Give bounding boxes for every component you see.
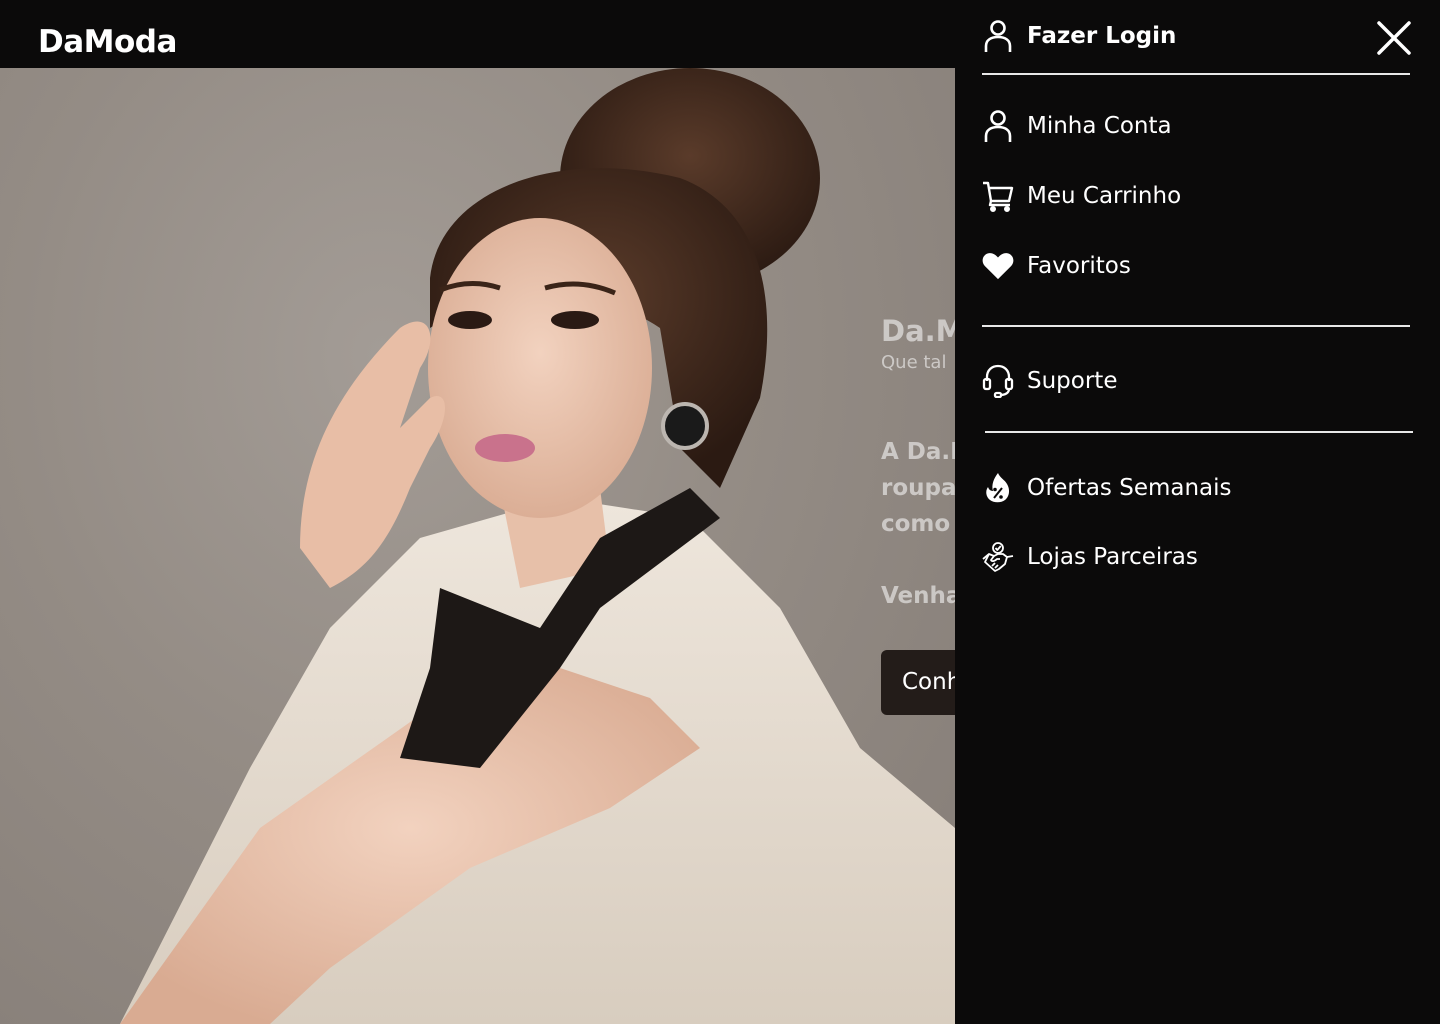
user-icon [982,20,1014,52]
menu-item-cart[interactable]: Meu Carrinho [982,180,1181,212]
hero-invite-line: Venha [881,583,955,609]
menu-item-label: Minha Conta [1027,113,1172,139]
hero-paragraph-line: como [881,511,951,537]
menu-item-account[interactable]: Minha Conta [982,110,1172,142]
close-icon [1377,21,1411,55]
close-menu-button[interactable] [1376,20,1412,56]
menu-divider [982,73,1410,75]
menu-item-label: Favoritos [1027,253,1131,279]
menu-divider [985,431,1413,433]
cart-icon [982,180,1014,212]
hero-photo [120,68,955,1024]
headset-icon [982,364,1014,398]
hero-subtitle: Que tal [881,352,947,373]
menu-item-favorites[interactable]: Favoritos [982,250,1131,282]
menu-item-partner-stores[interactable]: Lojas Parceiras [982,541,1198,573]
menu-item-support[interactable]: Suporte [982,364,1118,398]
page: DaModa Da.M Que tal A Da. roupa como Ven… [0,0,1440,1024]
menu-item-label: Meu Carrinho [1027,183,1182,209]
hero-paragraph-line: A Da.M [881,439,955,465]
handshake-icon [982,541,1014,573]
hero-title: Da.M [881,314,955,348]
login-button[interactable]: Fazer Login [982,20,1176,52]
menu-divider [982,325,1410,327]
brand-logo[interactable]: DaModa [38,22,177,62]
menu-item-label: Suporte [1027,368,1118,394]
discount-fire-icon [982,472,1014,504]
user-icon [982,110,1014,142]
menu-item-weekly-offers[interactable]: Ofertas Semanais [982,472,1232,504]
menu-item-label: Lojas Parceiras [1027,544,1198,570]
login-label: Fazer Login [1027,23,1177,49]
menu-item-label: Ofertas Semanais [1027,475,1232,501]
heart-icon [982,250,1014,282]
hero-banner: Da.M Que tal A Da.M roupa como Venha Con… [0,68,955,1024]
side-menu-drawer: Fazer Login Minha Conta Meu Carrinho Fav… [955,0,1440,1024]
hero-cta-button[interactable]: Conh [881,650,955,715]
hero-paragraph-line: roupa [881,475,955,501]
